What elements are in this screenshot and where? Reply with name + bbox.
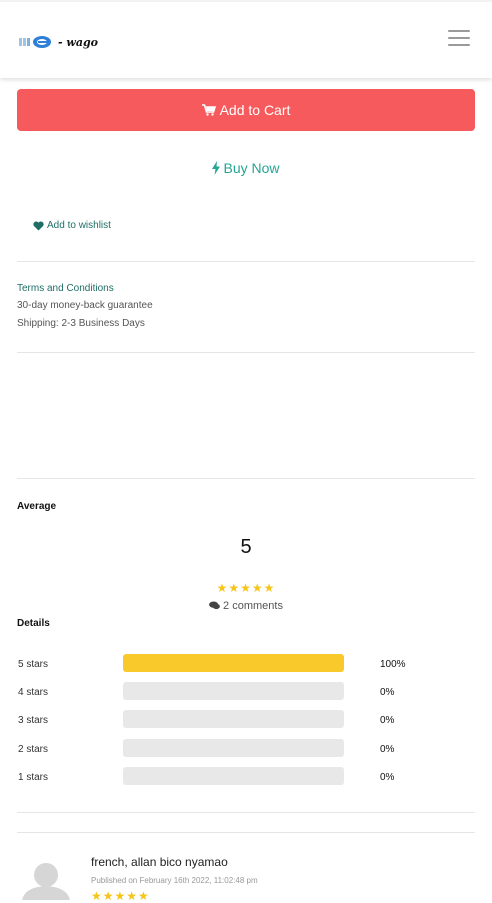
buy-now-button[interactable]: Buy Now [0, 160, 492, 176]
heart-icon [33, 220, 44, 231]
rating-bar-fill [123, 654, 344, 672]
rating-bar [123, 767, 344, 785]
rating-row-label: 1 stars [18, 772, 49, 783]
bolt-icon [212, 161, 221, 175]
add-to-cart-button[interactable]: Add to Cart [17, 89, 475, 131]
average-heading: Average [17, 501, 57, 512]
divider [17, 478, 475, 479]
shipping-text: Shipping: 2-3 Business Days [17, 318, 145, 329]
rating-bar [123, 739, 344, 757]
comments-label: 2 comments [223, 600, 283, 612]
wishlist-label: Add to wishlist [47, 220, 111, 231]
reviewer-name: french, allan bico nyamao [91, 855, 228, 869]
comments-icon [209, 601, 220, 610]
app-header: - wago [0, 0, 492, 78]
buy-now-label: Buy Now [223, 160, 280, 176]
hamburger-menu-icon[interactable] [448, 30, 470, 48]
logo-text: - wago [58, 35, 99, 49]
divider [17, 352, 475, 353]
add-to-cart-label: Add to Cart [219, 102, 291, 118]
comments-link[interactable]: 2 comments [0, 600, 492, 612]
terms-link[interactable]: Terms and Conditions [17, 283, 114, 294]
top-border [0, 0, 492, 2]
details-heading: Details [17, 618, 50, 629]
user-silhouette-icon [17, 855, 75, 900]
average-rating-value: 5 [240, 536, 252, 558]
rating-bar [123, 710, 344, 728]
rating-bar [123, 654, 344, 672]
rating-row-label: 4 stars [18, 687, 49, 698]
review-date: Published on February 16th 2022, 11:02:4… [91, 876, 258, 885]
rating-bar [123, 682, 344, 700]
divider [17, 832, 475, 833]
divider [17, 812, 475, 813]
rating-row-percent: 0% [380, 715, 395, 726]
review-stars: ★★★★★ [91, 889, 150, 903]
rating-row-percent: 100% [380, 659, 406, 670]
logo-mark-icon [19, 36, 51, 48]
rating-row-percent: 0% [380, 744, 395, 755]
rating-row-label: 2 stars [18, 744, 49, 755]
rating-row-percent: 0% [380, 772, 395, 783]
rating-row-label: 3 stars [18, 715, 49, 726]
user-avatar [17, 855, 75, 900]
logo[interactable]: - wago [18, 34, 98, 50]
money-back-text: 30-day money-back guarantee [17, 300, 153, 311]
shopping-cart-icon [201, 104, 216, 116]
rating-row-label: 5 stars [18, 659, 49, 670]
divider [17, 261, 475, 262]
add-to-wishlist-link[interactable]: Add to wishlist [33, 220, 111, 231]
average-stars: ★★★★★ [216, 581, 276, 595]
rating-row-percent: 0% [380, 687, 395, 698]
